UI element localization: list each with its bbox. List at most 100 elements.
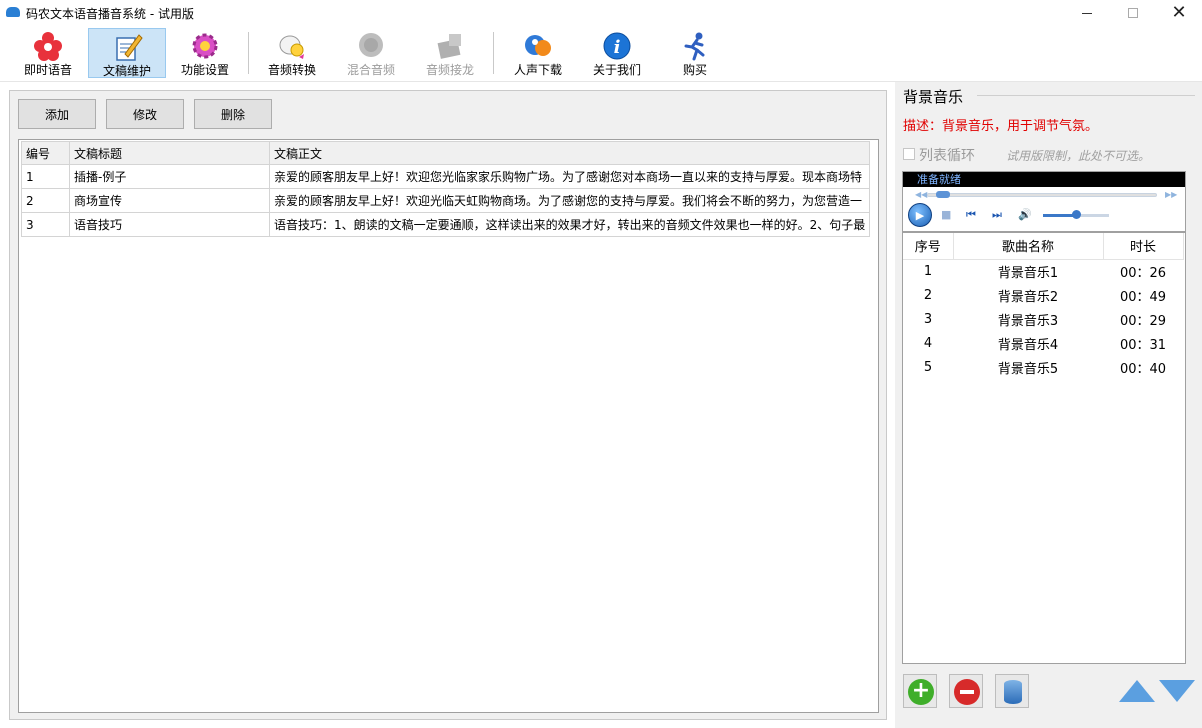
stop-button[interactable]: ■ xyxy=(941,208,951,221)
toolbar-btn-instant-voice[interactable]: 即时语音 xyxy=(9,28,87,78)
toolbar-btn-manuscripts[interactable]: 文稿维护 xyxy=(88,28,166,78)
manuscript-grid: 编号 文稿标题 文稿正文 1 插播-例子 亲爱的顾客朋友早上好！欢迎您光临家家乐… xyxy=(21,141,871,237)
running-man-icon xyxy=(684,32,705,61)
audio-convert-icon xyxy=(279,35,304,59)
toolbar-btn-settings[interactable]: 功能设置 xyxy=(166,28,244,78)
remove-music-button[interactable] xyxy=(949,674,983,708)
toolbar-label: 购买 xyxy=(682,63,707,77)
toolbar-btn-buy[interactable]: 购买 xyxy=(656,28,734,78)
player-status: 准备就绪 xyxy=(903,172,1185,187)
toolbar-btn-audio-convert[interactable]: 音频转换 xyxy=(253,28,331,78)
column-header-id[interactable]: 编号 xyxy=(21,141,70,165)
window-title: 码农文本语音播音系统 - 试用版 xyxy=(26,7,194,21)
loop-checkbox[interactable] xyxy=(903,148,915,160)
cell-title: 商场宣传 xyxy=(69,188,270,213)
gear-icon xyxy=(192,33,218,59)
toolbar-separator xyxy=(493,32,494,74)
toolbar-label: 功能设置 xyxy=(180,63,229,77)
track-name: 背景音乐2 xyxy=(997,289,1059,305)
track-duration: 00：40 xyxy=(1119,361,1167,377)
toolbar-btn-audio-chain[interactable]: 音频接龙 xyxy=(411,28,489,78)
toolbar-label: 即时语音 xyxy=(23,63,72,77)
table-row[interactable]: 1 插播-例子 亲爱的顾客朋友早上好！欢迎您光临家家乐购物广场。为了感谢您对本商… xyxy=(21,164,871,189)
track-duration: 00：49 xyxy=(1119,289,1167,305)
forward-marker-icon: ▶▶ xyxy=(1165,190,1178,199)
close-button[interactable]: ✕ xyxy=(1156,0,1202,26)
column-header-title[interactable]: 文稿标题 xyxy=(69,141,270,165)
voice-download-icon xyxy=(525,35,551,56)
toolbar-btn-about[interactable]: i 关于我们 xyxy=(578,28,656,78)
toolbar-label: 关于我们 xyxy=(592,63,641,77)
toolbar-label: 混合音频 xyxy=(346,63,395,77)
edit-button[interactable]: 修改 xyxy=(106,99,184,129)
close-icon: ✕ xyxy=(1171,2,1187,23)
track-name: 背景音乐5 xyxy=(997,361,1059,377)
move-down-icon[interactable] xyxy=(1159,680,1195,702)
track-duration: 00：31 xyxy=(1119,337,1167,353)
toolbar-btn-voice-download[interactable]: 人声下载 xyxy=(499,28,577,78)
column-header-name[interactable]: 歌曲名称 xyxy=(953,233,1104,260)
column-header-duration[interactable]: 时长 xyxy=(1103,233,1184,260)
title-bar: 码农文本语音播音系统 - 试用版 ✕ xyxy=(0,0,1202,26)
toolbar-label: 人声下载 xyxy=(513,63,562,77)
music-row[interactable]: 4 背景音乐4 00：31 xyxy=(903,331,1183,355)
app-icon xyxy=(6,7,20,17)
volume-icon[interactable]: 🔊 xyxy=(1018,208,1032,221)
music-row[interactable]: 3 背景音乐3 00：29 xyxy=(903,307,1183,331)
cell-body: 亲爱的顾客朋友早上好！欢迎光临天虹购物商场。为了感谢您的支持与厚爱。我们将会不断… xyxy=(268,188,871,213)
cell-body: 语音技巧：1、朗读的文稿一定要通顺，这样读出来的效果才好，转出来的音频文件效果也… xyxy=(268,212,871,237)
music-row[interactable]: 5 背景音乐5 00：40 xyxy=(903,355,1183,379)
toolbar-btn-mix-audio[interactable]: 混合音频 xyxy=(332,28,410,78)
database-icon xyxy=(1004,680,1022,704)
add-music-button[interactable]: + xyxy=(903,674,937,708)
media-player: 准备就绪 ◀◀ ▶▶ ▶ ■ ⏮ ⏭ 🔊 xyxy=(902,171,1186,232)
seek-thumb[interactable] xyxy=(936,191,951,198)
track-name: 背景音乐3 xyxy=(997,313,1059,329)
music-table: 序号 歌曲名称 时长 1 背景音乐1 00：26 2 背景音乐2 00：49 3 xyxy=(903,233,1184,379)
table-header-row: 编号 文稿标题 文稿正文 xyxy=(21,141,871,165)
maximize-button[interactable] xyxy=(1110,0,1156,26)
table-row[interactable]: 2 商场宣传 亲爱的顾客朋友早上好！欢迎光临天虹购物商场。为了感谢您的支持与厚爱… xyxy=(21,188,871,213)
delete-button[interactable]: 删除 xyxy=(194,99,272,129)
track-index: 3 xyxy=(923,311,933,327)
toolbar-separator xyxy=(248,32,249,74)
minimize-button[interactable] xyxy=(1064,0,1110,26)
play-button[interactable]: ▶ xyxy=(908,203,932,227)
divider xyxy=(977,95,1195,96)
music-library-button[interactable] xyxy=(995,674,1029,708)
track-index: 1 xyxy=(923,263,933,279)
column-header-body[interactable]: 文稿正文 xyxy=(268,141,871,165)
column-header-index[interactable]: 序号 xyxy=(903,233,954,260)
track-duration: 00：26 xyxy=(1119,265,1167,281)
cell-id: 1 xyxy=(21,164,70,189)
track-index: 5 xyxy=(923,359,933,375)
minus-icon xyxy=(954,679,980,705)
bgm-panel: 背景音乐 描述：背景音乐，用于调节气氛。 列表循环 试用版限制，此处不可选。 准… xyxy=(895,82,1202,728)
move-up-icon[interactable] xyxy=(1119,680,1155,702)
next-track-button[interactable]: ⏭ xyxy=(992,208,1002,222)
cell-title: 语音技巧 xyxy=(69,212,270,237)
previous-track-button[interactable]: ⏮ xyxy=(966,208,976,222)
cell-id: 3 xyxy=(21,212,70,237)
main-toolbar: 即时语音 文稿维护 功能设置 音频转换 混合音频 音频接龙 人声下载 i 关于我… xyxy=(0,26,1202,82)
info-icon: i xyxy=(603,32,631,60)
bgm-title: 背景音乐 xyxy=(903,88,964,106)
track-name: 背景音乐4 xyxy=(997,337,1059,353)
flower-icon xyxy=(34,32,62,61)
table-row[interactable]: 3 语音技巧 语音技巧：1、朗读的文稿一定要通顺，这样读出来的效果才好，转出来的… xyxy=(21,212,871,237)
track-index: 4 xyxy=(923,335,933,351)
bgm-description: 描述：背景音乐，用于调节气氛。 xyxy=(903,119,1099,134)
play-icon: ▶ xyxy=(915,208,925,222)
cell-id: 2 xyxy=(21,188,70,213)
music-header-row: 序号 歌曲名称 时长 xyxy=(903,233,1184,260)
add-button[interactable]: 添加 xyxy=(18,99,96,129)
manuscript-table: 编号 文稿标题 文稿正文 1 插播-例子 亲爱的顾客朋友早上好！欢迎您光临家家乐… xyxy=(18,139,879,713)
music-row[interactable]: 1 背景音乐1 00：26 xyxy=(903,259,1183,283)
music-row[interactable]: 2 背景音乐2 00：49 xyxy=(903,283,1183,307)
cell-title: 插播-例子 xyxy=(69,164,270,189)
volume-thumb[interactable] xyxy=(1072,210,1081,219)
toolbar-label: 音频转换 xyxy=(267,63,316,77)
cell-body: 亲爱的顾客朋友早上好！欢迎您光临家家乐购物广场。为了感谢您对本商场一直以来的支持… xyxy=(268,164,871,189)
seek-bar[interactable] xyxy=(927,193,1157,197)
rewind-marker-icon: ◀◀ xyxy=(915,190,928,199)
